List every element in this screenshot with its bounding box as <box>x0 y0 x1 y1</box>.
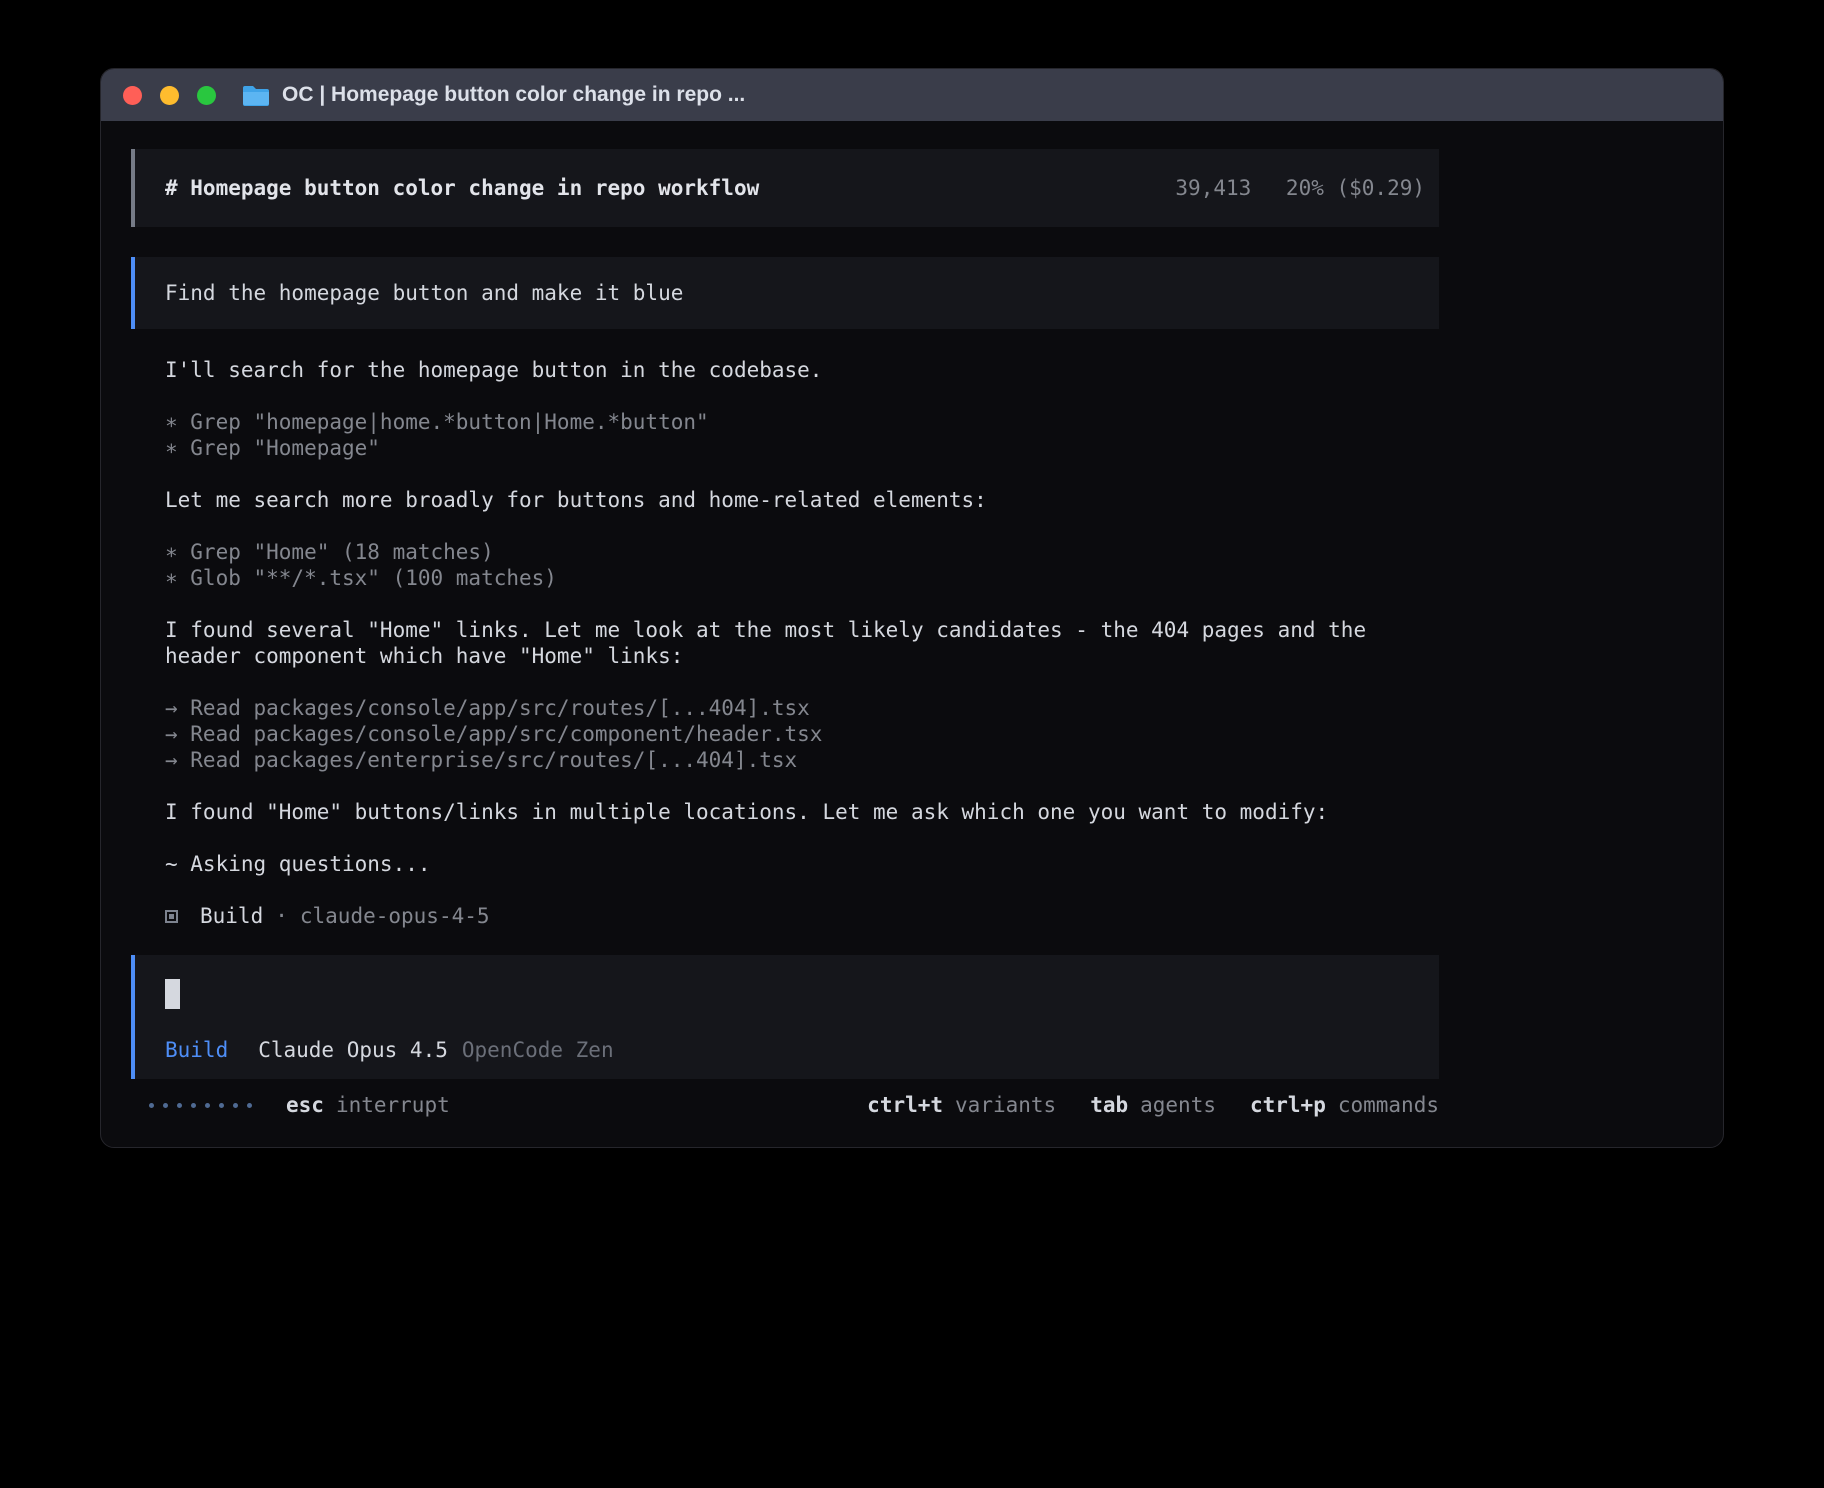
agent-model: claude-opus-4-5 <box>300 903 490 929</box>
tool-call-grep: ∗ Grep "Homepage" <box>165 435 1439 461</box>
terminal-window: OC | Homepage button color change in rep… <box>100 68 1724 1148</box>
user-message-text: Find the homepage button and make it blu… <box>165 280 683 306</box>
agent-name: Build <box>200 903 263 929</box>
shortcut-commands: ctrl+p commands <box>1250 1092 1439 1118</box>
model-label: Claude Opus 4.5 <box>258 1037 448 1063</box>
prompt-input[interactable]: Build Claude Opus 4.5 OpenCode Zen <box>131 955 1439 1079</box>
zoom-window-button[interactable] <box>197 86 216 105</box>
assistant-status-text: ~ Asking questions... <box>165 851 1439 877</box>
blank-line <box>165 669 1439 695</box>
agent-status-line: Build · claude-opus-4-5 <box>165 903 1439 929</box>
model-selector-row[interactable]: Build Claude Opus 4.5 OpenCode Zen <box>165 1037 1409 1063</box>
shortcut-variants: ctrl+t variants <box>867 1092 1056 1118</box>
provider-label: OpenCode Zen <box>462 1037 614 1063</box>
context-usage: 20% ($0.29) <box>1286 176 1425 200</box>
blank-line <box>165 461 1439 487</box>
spinner-dots <box>149 1103 252 1108</box>
tool-call-read: → Read packages/enterprise/src/routes/[.… <box>165 747 1439 773</box>
window-title: OC | Homepage button color change in rep… <box>282 83 745 107</box>
shortcut-agents: tab agents <box>1090 1092 1216 1118</box>
tool-call-grep: ∗ Grep "Home" (18 matches) <box>165 539 1439 565</box>
mode-label: Build <box>165 1037 228 1063</box>
shortcut-key: tab <box>1090 1092 1128 1118</box>
esc-key-hint: esc <box>286 1092 324 1118</box>
minimize-window-button[interactable] <box>160 86 179 105</box>
status-right: ctrl+t variants tab agents ctrl+p comman… <box>833 1092 1439 1118</box>
assistant-transcript: I'll search for the homepage button in t… <box>131 357 1439 929</box>
shortcut-key: ctrl+p <box>1250 1092 1326 1118</box>
shortcut-key: ctrl+t <box>867 1092 943 1118</box>
session-header: # Homepage button color change in repo w… <box>131 149 1439 227</box>
blank-line <box>165 825 1439 851</box>
interrupt-hint-label: interrupt <box>336 1092 450 1118</box>
tool-call-grep: ∗ Grep "homepage|home.*button|Home.*butt… <box>165 409 1439 435</box>
session-title: # Homepage button color change in repo w… <box>165 175 759 201</box>
shortcut-label: commands <box>1338 1092 1439 1118</box>
status-left: esc interrupt <box>149 1092 450 1118</box>
build-agent-icon <box>165 910 178 923</box>
assistant-text: I found several "Home" links. Let me loo… <box>165 617 1439 669</box>
terminal-content: # Homepage button color change in repo w… <box>101 121 1723 1125</box>
folder-icon <box>242 84 270 106</box>
tool-call-read: → Read packages/console/app/src/componen… <box>165 721 1439 747</box>
tool-call-glob: ∗ Glob "**/*.tsx" (100 matches) <box>165 565 1439 591</box>
shortcut-label: agents <box>1140 1092 1216 1118</box>
user-message: Find the homepage button and make it blu… <box>131 257 1439 329</box>
assistant-text: I'll search for the homepage button in t… <box>165 357 1439 383</box>
status-bar: esc interrupt ctrl+t variants tab agents… <box>131 1085 1439 1125</box>
assistant-text: I found "Home" buttons/links in multiple… <box>165 799 1439 825</box>
tool-call-read: → Read packages/console/app/src/routes/[… <box>165 695 1439 721</box>
blank-line <box>165 773 1439 799</box>
close-window-button[interactable] <box>123 86 142 105</box>
text-cursor <box>165 979 180 1009</box>
assistant-text: Let me search more broadly for buttons a… <box>165 487 1439 513</box>
separator-dot: · <box>275 903 288 929</box>
shortcut-label: variants <box>955 1092 1056 1118</box>
blank-line <box>165 591 1439 617</box>
blank-line <box>165 877 1439 903</box>
traffic-lights <box>123 86 216 105</box>
session-stats: 39,413 20% ($0.29) <box>1153 175 1425 201</box>
blank-line <box>165 383 1439 409</box>
window-titlebar[interactable]: OC | Homepage button color change in rep… <box>101 69 1723 121</box>
token-count: 39,413 <box>1175 176 1251 200</box>
blank-line <box>165 513 1439 539</box>
